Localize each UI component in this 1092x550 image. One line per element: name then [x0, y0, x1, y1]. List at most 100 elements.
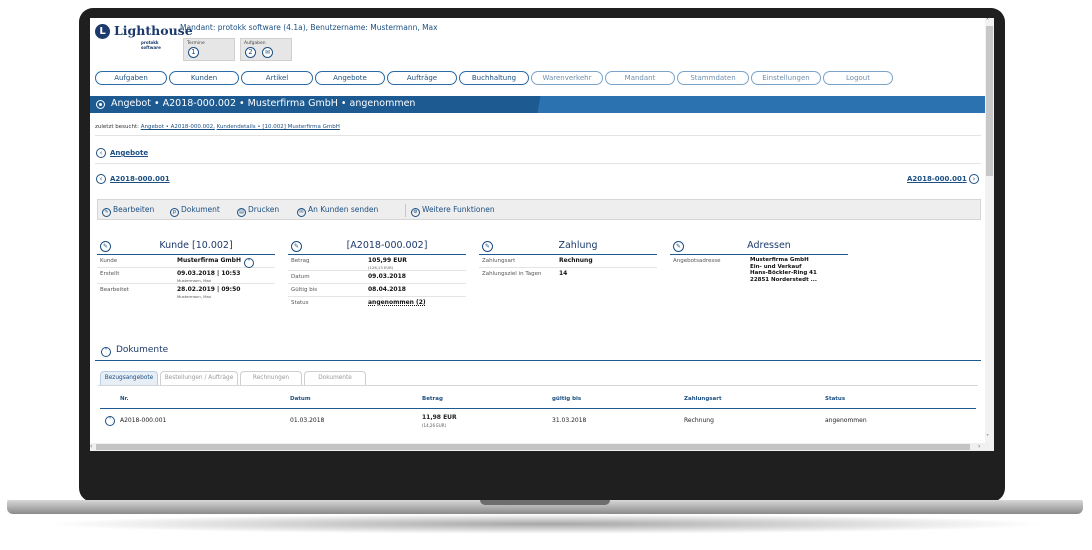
panel-angebot: ✎ [A2018-000.002] Betrag 105,99 EUR (126…: [288, 240, 466, 310]
aufgaben-count[interactable]: 2: [245, 47, 256, 58]
panel-adressen: ✎ Adressen Angebotsadresse Musterfirma G…: [670, 240, 848, 285]
chevron-down-icon[interactable]: ˅: [101, 347, 111, 357]
nav-artikel[interactable]: Artikel: [241, 71, 313, 85]
zahlung-row: Zahlungsziel in Tagen 14: [479, 268, 657, 281]
cell-betrag: 11,98 EUR: [422, 414, 457, 421]
scroll-right-icon[interactable]: ›: [978, 443, 980, 450]
chevron-down-icon[interactable]: ˅: [244, 258, 254, 268]
scrollbar-thumb[interactable]: [986, 26, 993, 176]
document-button[interactable]: p Dokument: [170, 205, 220, 217]
nav-logout[interactable]: Logout: [823, 71, 893, 85]
visited-link-angebot[interactable]: Angebot • A2018-000.002,: [141, 124, 215, 130]
col-header-nr[interactable]: Nr.: [120, 396, 129, 402]
scrollbar-thumb[interactable]: [96, 444, 970, 450]
divider: [95, 135, 981, 136]
nav-aufgaben[interactable]: Aufgaben: [95, 71, 167, 85]
field-label: Angebotsadresse: [673, 258, 721, 264]
scroll-left-icon[interactable]: ‹: [90, 443, 92, 450]
breadcrumb-back-link[interactable]: Angebote: [110, 149, 148, 157]
aufgaben-widget[interactable]: Aufgaben 2 ✉: [240, 38, 292, 61]
field-value: 09.03.2018 | 10:53: [177, 270, 241, 277]
termine-count[interactable]: 1: [188, 47, 199, 58]
send-label: An Kunden senden: [308, 205, 379, 214]
nav-buchhaltung[interactable]: Buchhaltung: [459, 71, 529, 85]
col-header-status[interactable]: Status: [825, 396, 845, 402]
field-label: Zahlungsart: [482, 258, 516, 264]
gear-icon: ⚙: [411, 208, 420, 217]
laptop-shadow: [40, 514, 1050, 534]
field-value: Musterfirma GmbH ˅: [177, 257, 254, 268]
field-subvalue: (126,13 EUR): [368, 265, 394, 270]
cell-zahlungsart: Rechnung: [684, 417, 714, 424]
edit-angebot-icon[interactable]: ✎: [291, 241, 302, 252]
field-label: Betrag: [291, 258, 310, 264]
kunde-row: Bearbeitet 28.02.2019 | 09:50 Mustermann…: [97, 284, 275, 300]
logo-subtitle: protokk software: [141, 40, 161, 50]
col-header-gueltig[interactable]: gültig bis: [552, 396, 581, 402]
cell-gueltig: 31.03.2018: [552, 417, 587, 424]
field-subvalue: Mustermann, Max: [177, 294, 212, 299]
field-value: 09.03.2018: [368, 273, 406, 280]
back-icon[interactable]: ‹: [96, 148, 106, 158]
vertical-scrollbar[interactable]: ˄ ˅: [985, 18, 994, 443]
scroll-down-icon[interactable]: ˅: [986, 434, 989, 441]
kunde-row: Kunde Musterfirma GmbH ˅: [97, 255, 275, 268]
edit-button[interactable]: ✎ Bearbeiten: [102, 205, 154, 217]
nav-stammdaten[interactable]: Stammdaten: [677, 71, 749, 85]
edit-label: Bearbeiten: [113, 205, 155, 214]
print-label: Drucken: [248, 205, 280, 214]
next-icon[interactable]: ›: [969, 174, 979, 184]
laptop-notch: [480, 500, 610, 505]
cell-status: angenommen: [825, 417, 867, 424]
scroll-up-icon[interactable]: ˄: [986, 18, 989, 25]
tab-dokumente[interactable]: Dokumente: [304, 371, 366, 385]
edit-kunde-icon[interactable]: ✎: [100, 241, 111, 252]
col-header-betrag[interactable]: Betrag: [422, 396, 443, 402]
nav-einstellungen[interactable]: Einstellungen: [751, 71, 821, 85]
record-icon: [96, 100, 105, 109]
more-functions-button[interactable]: ⚙ Weitere Funktionen: [411, 205, 495, 217]
panel-kunde-title: Kunde [10.002]: [159, 240, 233, 251]
panel-zahlung: ✎ Zahlung Zahlungsart Rechnung Zahlungsz…: [479, 240, 657, 281]
tab-bestellungen[interactable]: Bestellungen / Aufträge: [160, 371, 238, 385]
col-header-zahlungsart[interactable]: Zahlungsart: [684, 396, 722, 402]
status-link[interactable]: angenommen (2): [368, 299, 426, 306]
pdf-icon: p: [170, 208, 179, 217]
horizontal-scrollbar[interactable]: ‹ ›: [90, 443, 994, 451]
next-record-link[interactable]: A2018-000.001: [907, 175, 967, 183]
cell-nr[interactable]: A2018-000.001: [120, 417, 166, 424]
page-title: Angebot • A2018-000.002 • Musterfirma Gm…: [111, 98, 416, 109]
termine-widget[interactable]: Termine 1: [183, 38, 235, 61]
nav-kunden[interactable]: Kunden: [169, 71, 239, 85]
title-bar-accent: [510, 96, 994, 113]
recently-visited: zuletzt besucht: Angebot • A2018-000.002…: [95, 124, 340, 130]
nav-warenverkehr[interactable]: Warenverkehr: [531, 71, 603, 85]
send-to-customer-button[interactable]: ✉ An Kunden senden: [297, 205, 378, 217]
address-line: Musterfirma GmbH: [750, 257, 809, 263]
visited-link-kunde[interactable]: Kundendetails • [10.002] Musterfirma Gmb…: [217, 124, 340, 130]
col-header-datum[interactable]: Datum: [290, 396, 311, 402]
field-subvalue: Mustermann, Max: [177, 278, 212, 283]
tab-rechnungen[interactable]: Rechnungen: [240, 371, 302, 385]
mail-icon[interactable]: ✉: [262, 47, 273, 58]
edit-zahlung-icon[interactable]: ✎: [482, 241, 493, 252]
customer-name: Musterfirma GmbH: [177, 257, 241, 264]
document-label: Dokument: [181, 205, 220, 214]
tab-bezugsangebote[interactable]: Bezugsangebote: [100, 371, 158, 385]
address-block: Musterfirma GmbH Ein- und Verkauf Hans-B…: [750, 257, 817, 283]
nav-mandant[interactable]: Mandant: [605, 71, 675, 85]
field-label: Status: [291, 300, 309, 306]
edit-adressen-icon[interactable]: ✎: [673, 241, 684, 252]
adressen-row: Angebotsadresse Musterfirma GmbH Ein- un…: [670, 255, 848, 285]
lighthouse-logo[interactable]: L Lighthouse protokk software: [95, 23, 193, 51]
nav-auftraege[interactable]: Aufträge: [387, 71, 457, 85]
nav-angebote[interactable]: Angebote: [315, 71, 385, 85]
mandant-info: Mandant: protokk software (4.1a), Benutz…: [180, 23, 438, 32]
cell-betrag-sub: (14,26 EUR): [422, 423, 447, 428]
page-title-bar: Angebot • A2018-000.002 • Musterfirma Gm…: [90, 96, 994, 113]
prev-record-link[interactable]: A2018-000.001: [110, 175, 170, 183]
dokumente-section-header[interactable]: ˅ Dokumente: [101, 345, 168, 357]
print-button[interactable]: ▤ Drucken: [237, 205, 279, 217]
prev-icon[interactable]: ‹: [96, 174, 106, 184]
chevron-down-icon[interactable]: ˅: [105, 416, 115, 426]
